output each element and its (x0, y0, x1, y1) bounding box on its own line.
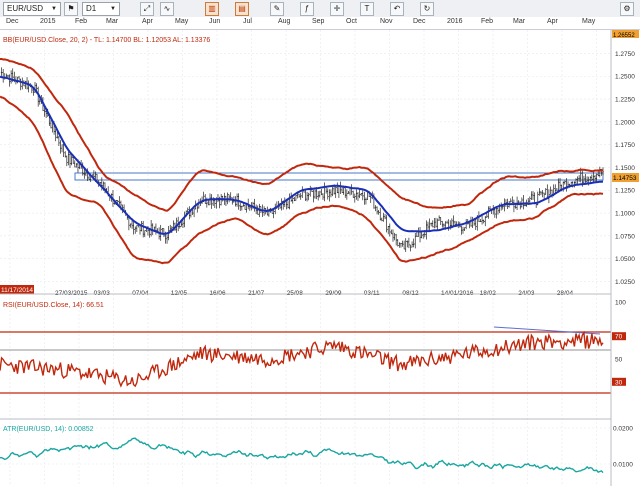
text-icon[interactable]: T (360, 2, 374, 16)
crosshair-icon[interactable]: ✛ (330, 2, 344, 16)
price-tick: 1.2500 (615, 74, 635, 81)
chart-toolbar: EUR/USD ▼ ⚑ D1 ▼ ⤢ ∿ ▥ ▤ ✎ ƒ ✛ T ↶ ↻ ⚙ (0, 0, 640, 18)
line-chart-icon[interactable]: ∿ (160, 2, 174, 16)
symbol-select[interactable]: EUR/USD ▼ (3, 2, 61, 16)
atr-tick: 0.0100 (613, 462, 633, 469)
chevron-down-icon: ▼ (51, 6, 57, 12)
price-tick: 1.1250 (615, 188, 635, 195)
price-axis: 1.26552 1.14753 1.2750 1.2500 1.2250 1.2000… (610, 30, 640, 486)
month-label: Mar (106, 18, 119, 25)
current-price-label: 1.14753 (613, 175, 637, 182)
zoom-icon[interactable]: ⤢ (140, 2, 154, 16)
price-tick: 1.2250 (615, 97, 635, 104)
month-label: Nov (380, 18, 393, 25)
draw-icon[interactable]: ✎ (270, 2, 284, 16)
timeframe-select[interactable]: D1 ▼ (82, 2, 120, 16)
month-label: May (582, 18, 596, 25)
top-time-axis: Dec 2015 Feb Mar Apr May Jun Jul Aug Sep… (0, 17, 640, 30)
indicators-icon[interactable]: ƒ (300, 2, 314, 16)
month-label: Sep (312, 18, 325, 25)
chevron-down-icon: ▼ (110, 6, 116, 12)
price-tick: 1.0750 (615, 233, 635, 240)
symbol-label: EUR/USD (7, 4, 44, 13)
bar-chart-icon[interactable]: ▥ (205, 2, 219, 16)
settings-icon[interactable]: ⚙ (620, 2, 634, 16)
price-tick: 1.0500 (615, 256, 635, 263)
timeframe-label: D1 (86, 4, 97, 13)
month-label: May (175, 18, 189, 25)
month-label: Aug (278, 18, 291, 25)
month-label: Mar (513, 18, 526, 25)
month-label: 2015 (40, 18, 56, 25)
month-label: Jul (243, 18, 252, 25)
candle-chart-icon[interactable]: ▤ (235, 2, 249, 16)
price-tick: 1.1750 (615, 142, 635, 149)
month-label: Feb (75, 18, 88, 25)
price-tick: 1.2000 (615, 119, 635, 126)
undo-icon[interactable]: ↶ (390, 2, 404, 16)
rsi-legend: RSI(EUR/USD.Close, 14): 66.51 (3, 302, 104, 309)
start-date-label: 11/17/2014 (1, 287, 33, 294)
price-tick: 1.0250 (615, 279, 635, 286)
month-label: Apr (547, 18, 558, 25)
refresh-icon[interactable]: ↻ (420, 2, 434, 16)
atr-tick: 0.0200 (613, 426, 633, 433)
atr-legend: ATR(EUR/USD, 14): 0.00852 (3, 426, 94, 433)
month-label: Dec (6, 18, 19, 25)
flag-icon[interactable]: ⚑ (64, 2, 78, 16)
chart-canvas[interactable]: BB(EUR/USD.Close, 20, 2) - TL: 1.14700 B… (0, 30, 640, 486)
month-label: Dec (413, 18, 426, 25)
price-tick: 1.1000 (615, 211, 635, 218)
month-label: 2016 (447, 18, 463, 25)
top-price-label: 1.26552 (613, 33, 635, 39)
rsi-tick: 50 (615, 357, 623, 364)
price-tick: 1.1500 (615, 165, 635, 172)
rsi-tick: 30 (615, 379, 623, 386)
month-label: Jun (209, 18, 221, 25)
rsi-tick: 70 (615, 334, 623, 341)
month-label: Apr (142, 18, 153, 25)
bb-legend: BB(EUR/USD.Close, 20, 2) - TL: 1.14700 B… (3, 37, 210, 44)
rsi-tick: 100 (615, 300, 626, 307)
month-label: Oct (346, 18, 357, 25)
price-tick: 1.2750 (615, 51, 635, 58)
month-label: Feb (481, 18, 494, 25)
